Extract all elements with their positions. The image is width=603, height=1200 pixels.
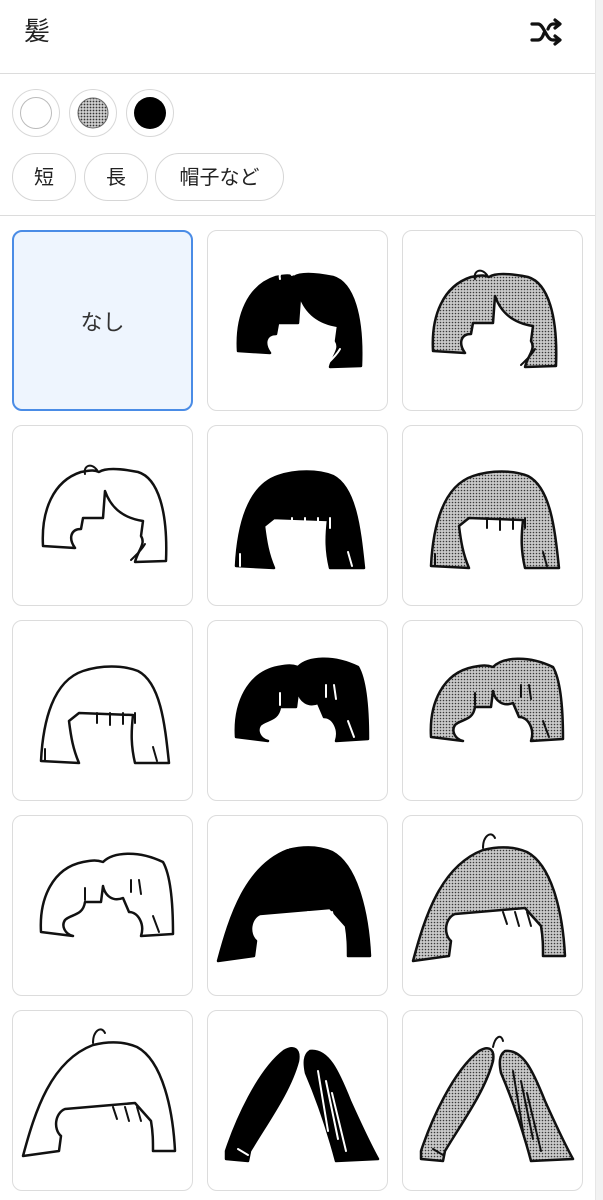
chip-long[interactable]: 長 [84,153,148,201]
hair-option-short-parted-white[interactable] [12,425,193,606]
color-swatch-black[interactable] [126,89,174,137]
hair-long-bob-icon [21,1028,177,1158]
hair-option-fluffy-gray[interactable] [402,620,583,801]
hair-option-bob-bangs-white[interactable] [12,620,193,801]
hair-fluffy-icon [429,657,565,743]
chip-short[interactable]: 短 [12,153,76,201]
hair-option-short-parted-black[interactable] [207,230,388,411]
hair-bob-bangs-icon [234,470,366,570]
section-divider [0,215,595,216]
hair-option-bob-bangs-black[interactable] [207,425,388,606]
none-label: なし [80,310,125,336]
hair-long-straight-icon [419,1035,575,1163]
hair-option-short-parted-gray[interactable] [402,230,583,411]
hair-bob-bangs-icon [429,470,561,570]
shuffle-button[interactable] [526,14,566,50]
color-dot-gray [77,97,109,129]
hair-short-parted-icon [41,464,168,564]
hair-option-fluffy-black[interactable] [207,620,388,801]
hair-bob-bangs-icon [39,665,171,765]
hair-short-parted-icon [236,269,363,369]
hair-fluffy-icon [234,657,370,743]
scrollbar[interactable] [595,0,603,1200]
panel-header: 髪 [0,0,595,74]
hair-option-bob-bangs-gray[interactable] [402,425,583,606]
color-swatch-gray[interactable] [69,89,117,137]
hair-option-long-straight-gray[interactable] [402,1010,583,1191]
color-swatch-white[interactable] [12,89,60,137]
hair-option-long-bob-black[interactable] [207,815,388,996]
color-dot-white [20,97,52,129]
hair-option-fluffy-white[interactable] [12,815,193,996]
panel-title: 髪 [24,17,51,47]
hair-fluffy-icon [39,852,175,938]
chip-hats[interactable]: 帽子など [155,153,284,201]
hair-option-long-straight-black[interactable] [207,1010,388,1191]
hair-option-long-bob-gray[interactable] [402,815,583,996]
hair-option-long-bob-white[interactable] [12,1010,193,1191]
hair-long-bob-icon [216,833,372,963]
hair-short-parted-icon [431,269,558,369]
hair-long-bob-icon [411,833,567,963]
hair-option-none[interactable]: なし [12,230,193,411]
hair-long-straight-icon [224,1035,380,1163]
shuffle-icon [530,18,562,46]
color-dot-black [134,97,166,129]
